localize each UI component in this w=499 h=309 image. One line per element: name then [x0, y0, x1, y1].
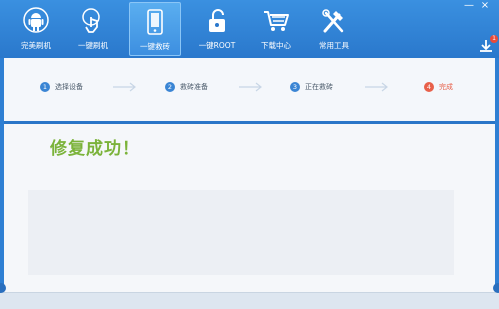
toolbar-label: 一键救砖 [140, 42, 170, 51]
step-label: 正在救砖 [305, 83, 333, 91]
toolbar-label: 一键刷机 [78, 41, 108, 50]
success-message: 修复成功！ [50, 139, 140, 159]
toolbar-item-perfect-flash[interactable]: 完美刷机 [10, 2, 62, 56]
toolbar-item-one-click-root[interactable]: 一键ROOT [191, 2, 243, 56]
toolbar-label: 完美刷机 [21, 41, 51, 50]
step-number: 2 [165, 82, 175, 92]
lock-icon [191, 6, 243, 36]
toolbar-item-download-center[interactable]: 下载中心 [250, 2, 302, 56]
toolbar-item-one-click-flash[interactable]: 一键刷机 [67, 2, 119, 56]
step-complete: 4 完成 [424, 82, 453, 92]
progress-steps: 1 选择设备 2 救砖准备 3 正在救砖 4 完成 [4, 58, 495, 120]
toolbar-label: 一键ROOT [198, 41, 236, 50]
step-arrow-icon [113, 82, 136, 92]
log-box [28, 190, 454, 275]
toolbar-item-one-click-unbrick[interactable]: 一键救砖 [129, 2, 181, 56]
app-window: 完美刷机 一键刷机 一键救砖 一键ROOT 下载中心 常用工具 — × 1 1 … [0, 0, 499, 309]
resize-handle-right[interactable] [493, 283, 499, 293]
android-robot-icon [10, 6, 62, 36]
hand-tap-icon [67, 6, 119, 36]
tools-icon [308, 6, 360, 36]
close-button[interactable]: × [478, 0, 492, 11]
step-unbricking: 3 正在救砖 [290, 82, 333, 92]
phone-repair-icon [130, 7, 180, 37]
step-unbrick-prepare: 2 救砖准备 [165, 82, 208, 92]
step-number: 4 [424, 82, 434, 92]
step-number: 3 [290, 82, 300, 92]
download-count-badge: 1 [490, 35, 498, 43]
content-panel: 1 选择设备 2 救砖准备 3 正在救砖 4 完成 修复成功！ [4, 58, 495, 309]
minimize-button[interactable]: — [462, 0, 476, 11]
step-arrow-icon [239, 82, 262, 92]
result-area: 修复成功！ [4, 124, 495, 309]
step-label: 救砖准备 [180, 83, 208, 91]
shopping-cart-icon [250, 6, 302, 36]
toolbar-item-common-tools[interactable]: 常用工具 [308, 2, 360, 56]
toolbar-label: 下载中心 [261, 41, 291, 50]
minimize-icon: — [464, 0, 474, 11]
status-bar [0, 292, 499, 309]
step-label: 完成 [439, 83, 453, 91]
step-label: 选择设备 [55, 83, 83, 91]
toolbar-label: 常用工具 [319, 41, 349, 50]
close-icon: × [480, 0, 490, 11]
main-toolbar: 完美刷机 一键刷机 一键救砖 一键ROOT 下载中心 常用工具 — × 1 [0, 0, 499, 58]
step-arrow-icon [365, 82, 388, 92]
step-number: 1 [40, 82, 50, 92]
step-select-device: 1 选择设备 [40, 82, 83, 92]
